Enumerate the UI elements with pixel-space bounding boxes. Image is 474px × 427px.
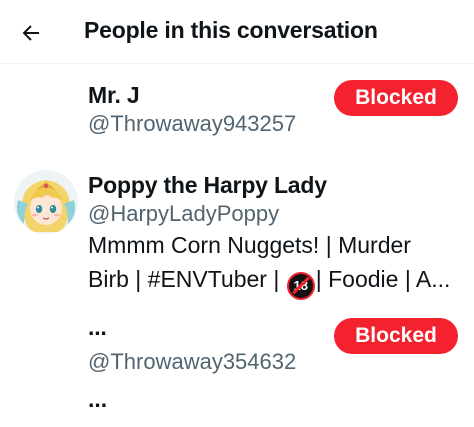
person-bio: Mmmm Corn Nuggets! | Murder Birb | #ENVT… bbox=[88, 228, 468, 300]
person-handle: @HarpyLadyPoppy bbox=[88, 201, 280, 226]
page-title: People in this conversation bbox=[84, 17, 378, 43]
back-button[interactable] bbox=[14, 16, 48, 50]
blocked-button[interactable]: Blocked bbox=[334, 80, 458, 116]
person-row-throwaway[interactable]: ... @Throwaway354632 ... Blocked bbox=[0, 306, 474, 427]
top-bar: People in this conversation bbox=[0, 0, 474, 64]
person-name: Poppy the Harpy Lady bbox=[88, 172, 327, 198]
arrow-left-icon bbox=[22, 25, 39, 41]
person-handle: @Throwaway354632 bbox=[88, 349, 297, 374]
person-handle: @Throwaway943257 bbox=[88, 111, 297, 136]
harpy-avatar-icon bbox=[14, 170, 78, 234]
bio-text: Birb | #ENVTuber | bbox=[88, 266, 280, 292]
person-name: Mr. J bbox=[88, 82, 140, 108]
person-row-poppy[interactable]: Poppy the Harpy Lady @HarpyLadyPoppy Mmm… bbox=[0, 160, 474, 300]
blocked-button[interactable]: Blocked bbox=[334, 318, 458, 354]
bio-text: | Foodie | A... bbox=[315, 266, 451, 292]
avatar[interactable] bbox=[14, 170, 78, 234]
person-bio: ... bbox=[88, 386, 108, 412]
person-name: ... bbox=[88, 314, 107, 340]
no-under-18-icon: 18 bbox=[286, 272, 315, 300]
person-row-mr-j[interactable]: Mr. J @Throwaway943257 Blocked bbox=[0, 64, 474, 144]
bio-text: Mmmm Corn Nuggets! | Murder bbox=[88, 232, 411, 258]
